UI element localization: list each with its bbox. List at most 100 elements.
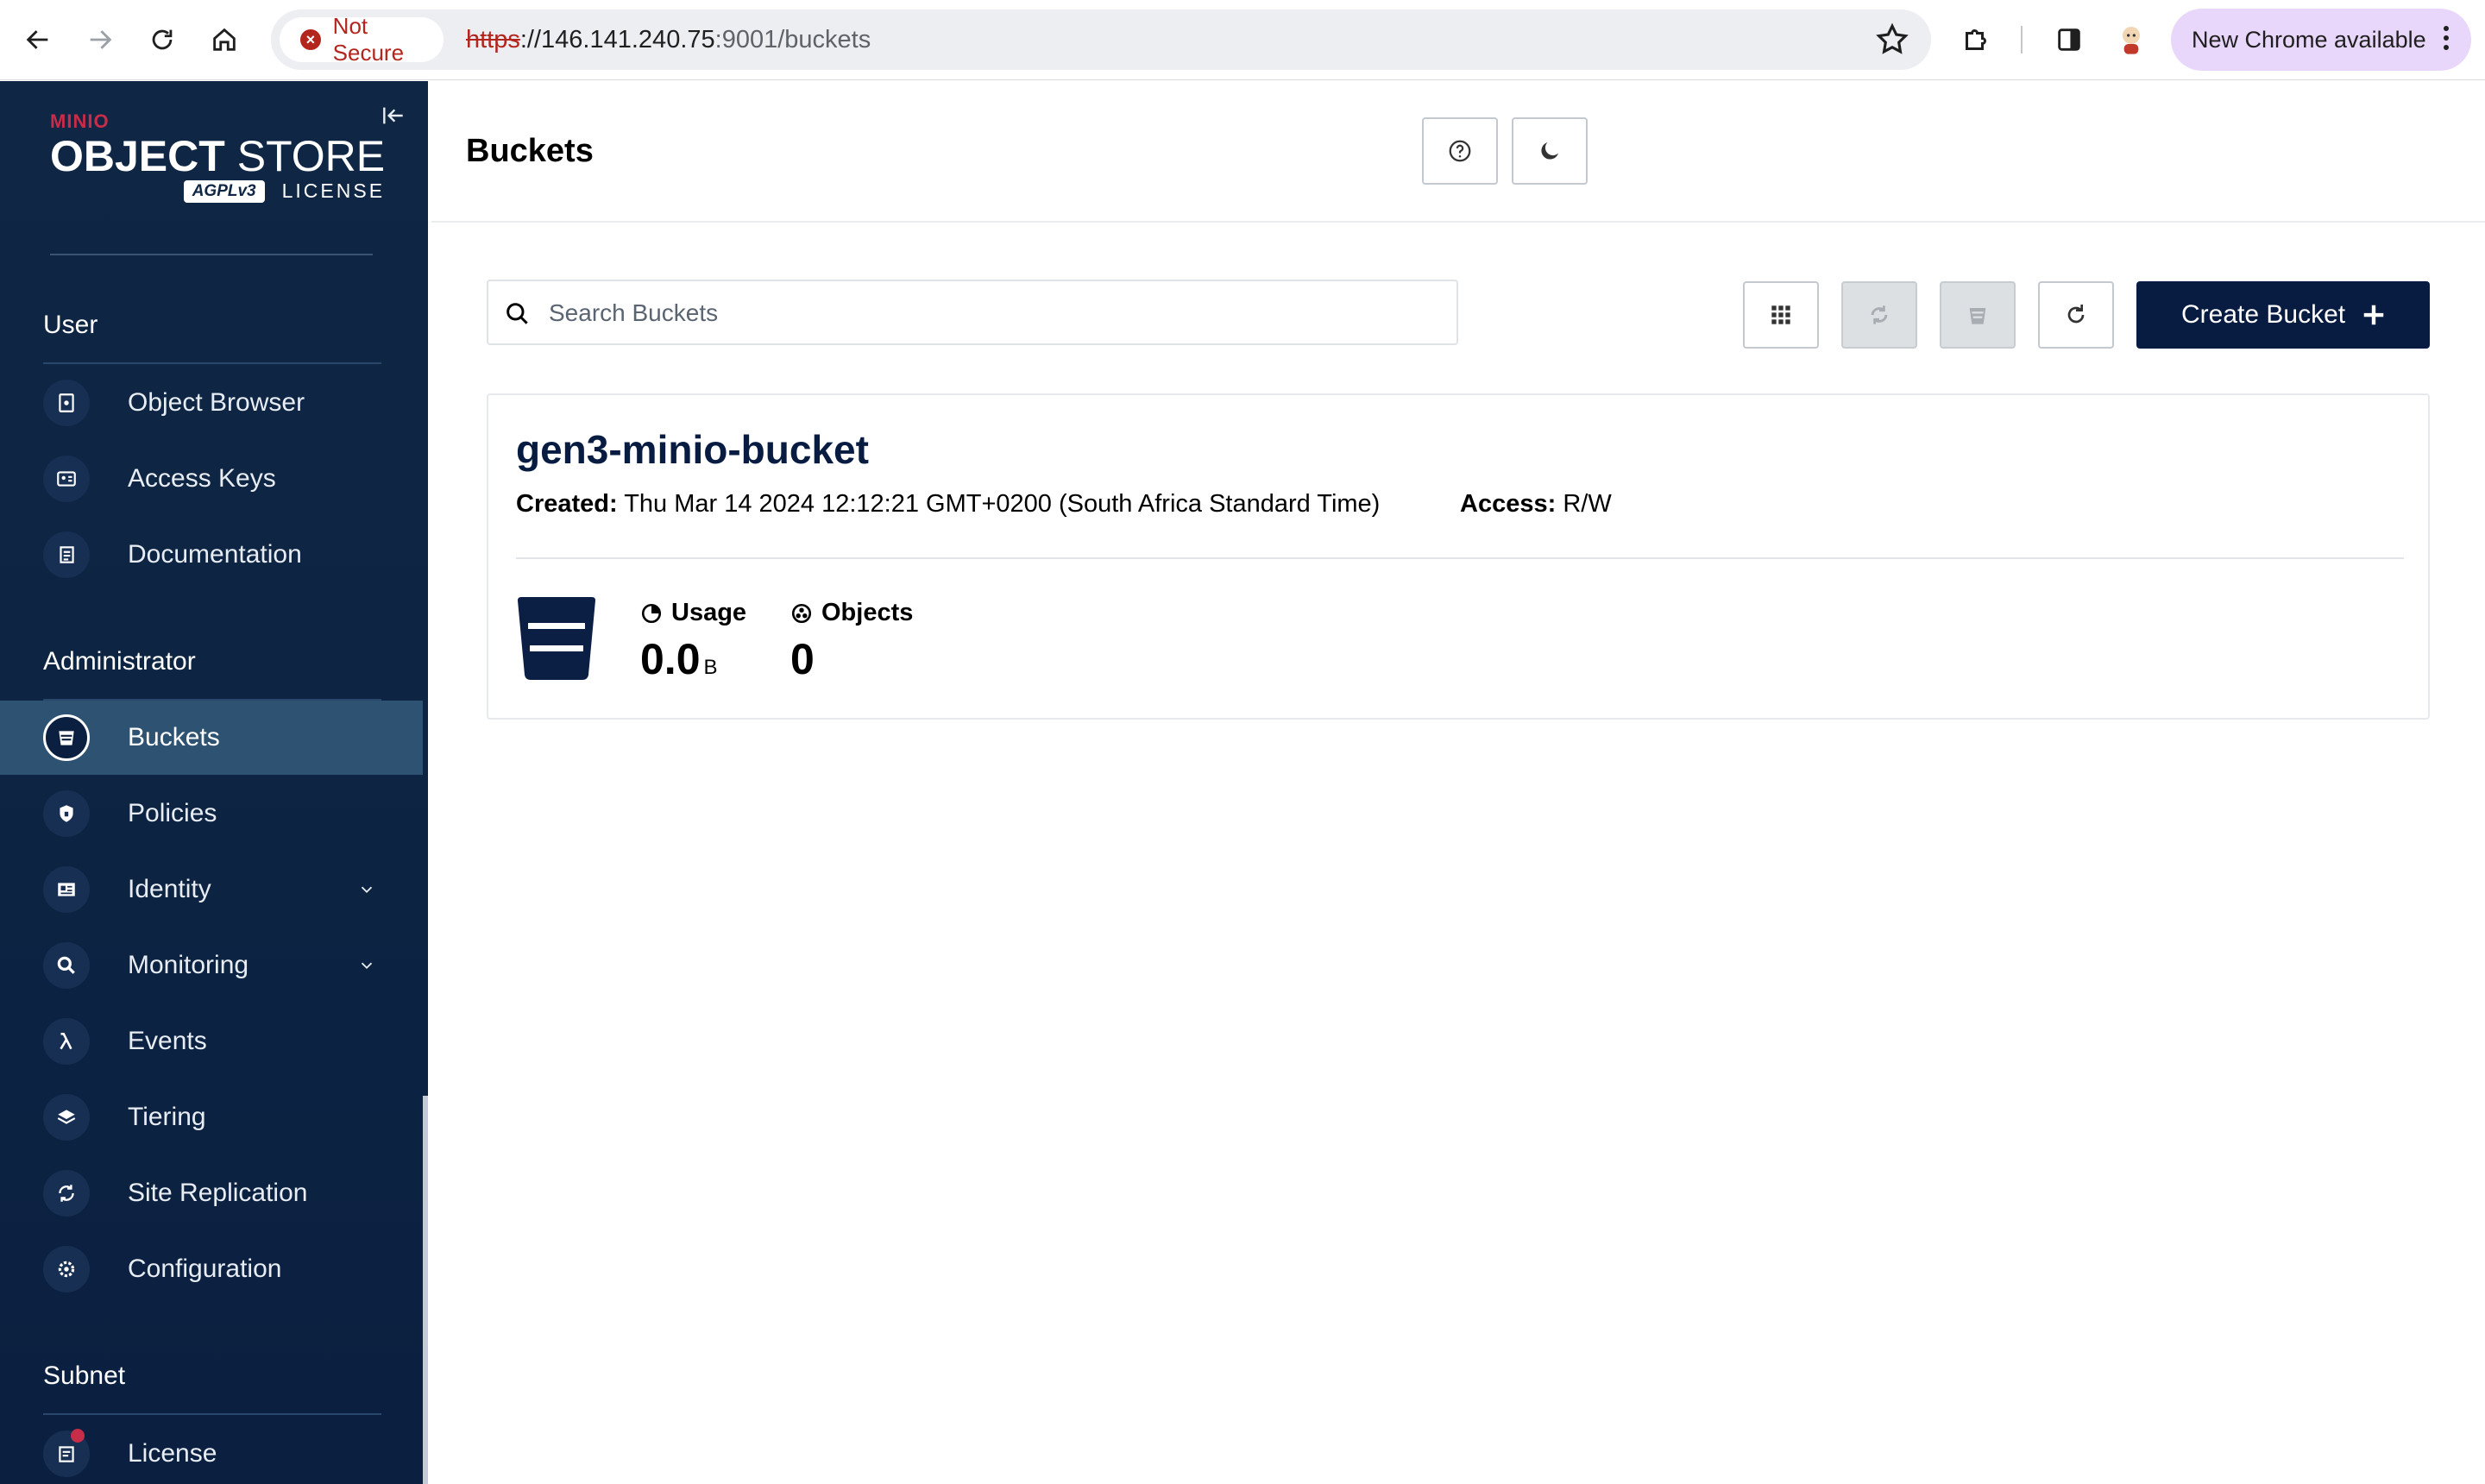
section-user: User xyxy=(43,311,98,339)
help-circle-icon xyxy=(1449,140,1471,162)
bucket-name[interactable]: gen3-minio-bucket xyxy=(516,426,869,473)
sync-icon xyxy=(43,1170,90,1217)
toolbar-divider xyxy=(2021,26,2023,53)
brand-store: STORE xyxy=(236,132,386,180)
side-panel-button[interactable] xyxy=(2048,19,2090,60)
sidebar-item-buckets[interactable]: Buckets xyxy=(0,701,423,775)
objects-label-row: Objects xyxy=(790,599,913,627)
usage-value-row: 0.0 B xyxy=(640,634,746,684)
id-card-icon xyxy=(43,456,90,502)
sidebar-item-access-keys[interactable]: Access Keys xyxy=(0,442,423,516)
set-replication-button[interactable] xyxy=(1841,281,1917,349)
sidebar-item-label: Buckets xyxy=(128,723,220,751)
shield-lock-icon xyxy=(43,790,90,837)
sidebar-item-label: Object Browser xyxy=(128,388,305,417)
search-input[interactable] xyxy=(549,293,1412,333)
sidebar-item-tiering[interactable]: Tiering xyxy=(0,1080,423,1154)
section-user-divider xyxy=(43,362,381,364)
bucket-icon xyxy=(43,714,90,761)
help-button[interactable] xyxy=(1422,117,1498,185)
address-bar[interactable]: × Not Secure https://146.141.240.75:9001… xyxy=(271,9,1931,70)
home-button[interactable] xyxy=(202,17,247,62)
sidebar-item-documentation[interactable]: Documentation xyxy=(0,518,423,592)
card-divider xyxy=(516,557,2404,559)
usage-stat: Usage 0.0 B xyxy=(640,599,746,684)
bucket-access: Access: R/W xyxy=(1460,490,1612,519)
sidebar-item-label: Documentation xyxy=(128,540,302,569)
chevron-down-icon[interactable] xyxy=(357,880,376,899)
grid-icon xyxy=(1771,305,1790,324)
sidebar-item-events[interactable]: Events xyxy=(0,1004,423,1078)
more-vert-icon xyxy=(2444,26,2450,54)
pie-chart-icon xyxy=(641,603,662,623)
brand-license: LICENSE xyxy=(281,179,386,202)
created-label: Created: xyxy=(516,490,618,518)
bucket-created: Created: Thu Mar 14 2024 12:12:21 GMT+02… xyxy=(516,490,1380,519)
logo-divider xyxy=(50,254,373,255)
url-scheme: https xyxy=(466,26,520,53)
sidebar-item-policies[interactable]: Policies xyxy=(0,777,423,851)
brand-minio: MINIO xyxy=(50,110,110,132)
bucket-card[interactable]: gen3-minio-bucket Created: Thu Mar 14 20… xyxy=(487,393,2430,720)
bookmark-star-icon[interactable] xyxy=(1874,22,1910,58)
profile-avatar[interactable] xyxy=(2111,19,2152,60)
warning-icon: × xyxy=(300,29,321,50)
security-chip[interactable]: × Not Secure xyxy=(280,13,444,66)
agpl-badge: AGPLv3 xyxy=(183,179,265,203)
refresh-button[interactable] xyxy=(2038,281,2114,349)
page-title: Buckets xyxy=(466,133,594,169)
gear-icon xyxy=(43,1246,90,1292)
sidebar-item-monitoring[interactable]: Monitoring xyxy=(0,928,423,1003)
create-bucket-label: Create Bucket xyxy=(2181,300,2346,329)
arrow-left-icon xyxy=(26,30,48,49)
url-path: :9001/buckets xyxy=(714,26,871,53)
magnifier-chart-icon xyxy=(43,942,90,989)
new-chrome-label: New Chrome available xyxy=(2192,26,2426,53)
plus-icon xyxy=(2363,305,2384,325)
sidebar-item-license[interactable]: License xyxy=(0,1417,423,1484)
usage-value: 0.0 xyxy=(640,635,701,683)
sidebar-item-label: Events xyxy=(128,1027,207,1055)
sidebar-item-label: Policies xyxy=(128,799,217,827)
lambda-icon xyxy=(43,1018,90,1065)
dark-mode-button[interactable] xyxy=(1512,117,1588,185)
new-chrome-button[interactable]: New Chrome available xyxy=(2171,9,2471,71)
list-view-button[interactable] xyxy=(1743,281,1819,349)
sidebar-item-object-browser[interactable]: Object Browser xyxy=(0,366,423,440)
refresh-icon xyxy=(2067,305,2085,324)
search-buckets-field[interactable] xyxy=(487,280,1458,345)
usage-label: Usage xyxy=(671,599,747,626)
extensions-button[interactable] xyxy=(1955,19,1997,60)
back-button[interactable] xyxy=(16,17,60,62)
sidebar-item-configuration[interactable]: Configuration xyxy=(0,1232,423,1306)
page-header: Buckets xyxy=(431,81,2485,223)
collapse-sidebar-icon[interactable] xyxy=(380,102,407,129)
url-text[interactable]: https://146.141.240.75:9001/buckets xyxy=(466,26,871,54)
object-browser-icon xyxy=(43,380,90,426)
sidebar-item-label: Site Replication xyxy=(128,1179,308,1207)
chevron-down-icon[interactable] xyxy=(357,956,376,975)
sidebar-item-site-replication[interactable]: Site Replication xyxy=(0,1156,423,1230)
section-subnet: Subnet xyxy=(43,1361,126,1390)
layers-icon xyxy=(43,1094,90,1141)
objects-stat: Objects 0 xyxy=(790,599,913,684)
browser-toolbar: × Not Secure https://146.141.240.75:9001… xyxy=(0,0,2485,80)
url-host: ://146.141.240.75 xyxy=(519,26,715,53)
access-value: R/W xyxy=(1563,490,1612,518)
set-lifecycle-button[interactable] xyxy=(1940,281,2016,349)
reload-icon xyxy=(152,29,173,50)
sidebar: MINIO OBJECT STORE AGPLv3 LICENSE User O… xyxy=(0,81,428,1484)
objects-value: 0 xyxy=(790,635,815,683)
section-subnet-divider xyxy=(43,1413,381,1415)
bucket-large-icon xyxy=(518,597,595,680)
notification-dot xyxy=(71,1429,85,1443)
brand-object-store: OBJECT STORE xyxy=(50,135,385,178)
sidebar-item-label: License xyxy=(128,1439,217,1468)
sidebar-item-identity[interactable]: Identity xyxy=(0,852,423,927)
create-bucket-button[interactable]: Create Bucket xyxy=(2136,281,2430,349)
access-label: Access: xyxy=(1460,490,1557,518)
forward-button[interactable] xyxy=(78,17,123,62)
usage-label-row: Usage xyxy=(640,599,746,627)
sidebar-scrollbar[interactable] xyxy=(423,1096,428,1484)
reload-button[interactable] xyxy=(140,17,185,62)
